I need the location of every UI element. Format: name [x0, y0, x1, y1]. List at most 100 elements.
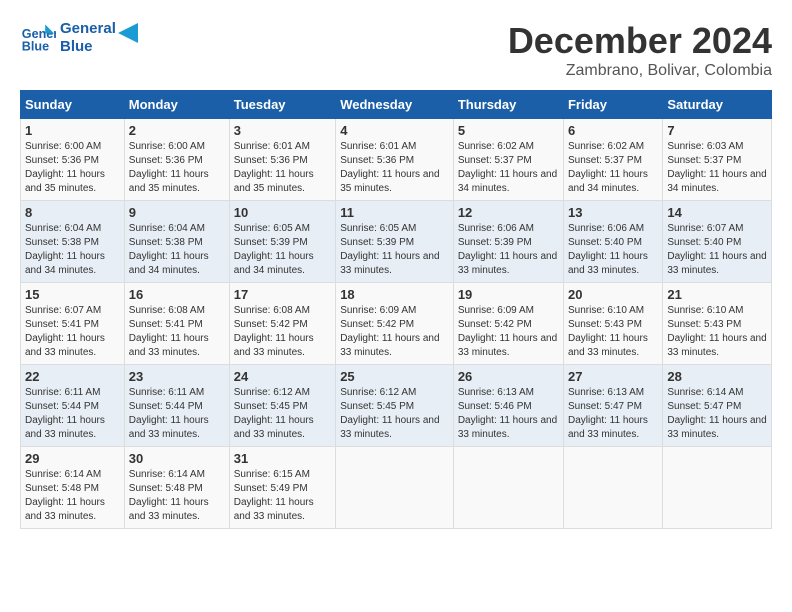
day-info: Sunrise: 6:03 AM Sunset: 5:37 PM Dayligh…	[667, 140, 767, 196]
calendar-cell: 18Sunrise: 6:09 AM Sunset: 5:42 PM Dayli…	[336, 283, 454, 365]
calendar-cell: 1 Sunrise: 6:00 AM Sunset: 5:36 PM Daylig…	[21, 119, 125, 201]
day-info: Sunrise: 6:04 AM Sunset: 5:38 PM Dayligh…	[129, 222, 225, 278]
day-info: Sunrise: 6:04 AM Sunset: 5:38 PM Dayligh…	[25, 222, 120, 278]
calendar-cell: 12Sunrise: 6:06 AM Sunset: 5:39 PM Dayli…	[453, 201, 563, 283]
day-number: 18	[340, 287, 449, 302]
calendar-cell: 22Sunrise: 6:11 AM Sunset: 5:44 PM Dayli…	[21, 365, 125, 447]
day-info: Sunrise: 6:08 AM Sunset: 5:41 PM Dayligh…	[129, 304, 225, 360]
calendar-week-3: 15Sunrise: 6:07 AM Sunset: 5:41 PM Dayli…	[21, 283, 772, 365]
day-info: Sunrise: 6:10 AM Sunset: 5:43 PM Dayligh…	[667, 304, 767, 360]
day-info: Sunrise: 6:06 AM Sunset: 5:39 PM Dayligh…	[458, 222, 559, 278]
day-info: Sunrise: 6:12 AM Sunset: 5:45 PM Dayligh…	[234, 386, 331, 442]
calendar-cell: 2 Sunrise: 6:00 AM Sunset: 5:36 PM Daylig…	[124, 119, 229, 201]
logo-blue: Blue	[60, 38, 116, 56]
calendar-cell	[453, 447, 563, 529]
day-number: 11	[340, 205, 449, 220]
day-info: Sunrise: 6:02 AM Sunset: 5:37 PM Dayligh…	[458, 140, 559, 196]
calendar-cell: 30 Sunrise: 6:14 AM Sunset: 5:48 PM Dayli…	[124, 447, 229, 529]
day-number: 30	[129, 451, 225, 466]
logo-arrow-icon	[118, 23, 138, 43]
day-info: Sunrise: 6:08 AM Sunset: 5:42 PM Dayligh…	[234, 304, 331, 360]
weekday-header-thursday: Thursday	[453, 91, 563, 119]
day-number: 15	[25, 287, 120, 302]
day-number: 19	[458, 287, 559, 302]
calendar-cell: 31Sunrise: 6:15 AM Sunset: 5:49 PM Dayli…	[229, 447, 335, 529]
day-info: Sunrise: 6:00 AM Sunset: 5:36 PM Dayligh…	[129, 140, 225, 196]
calendar-cell: 8Sunrise: 6:04 AM Sunset: 5:38 PM Daylig…	[21, 201, 125, 283]
day-number: 14	[667, 205, 767, 220]
calendar-cell	[563, 447, 662, 529]
day-number: 21	[667, 287, 767, 302]
calendar-cell: 23Sunrise: 6:11 AM Sunset: 5:44 PM Dayli…	[124, 365, 229, 447]
calendar-cell	[663, 447, 772, 529]
day-info: Sunrise: 6:14 AM Sunset: 5:48 PM Dayligh…	[129, 468, 225, 524]
day-number: 27	[568, 369, 658, 384]
header: General Blue General Blue December 2024 …	[20, 20, 772, 80]
calendar-cell: 9Sunrise: 6:04 AM Sunset: 5:38 PM Daylig…	[124, 201, 229, 283]
weekday-header-monday: Monday	[124, 91, 229, 119]
day-info: Sunrise: 6:07 AM Sunset: 5:40 PM Dayligh…	[667, 222, 767, 278]
day-number: 24	[234, 369, 331, 384]
calendar-cell: 24 Sunrise: 6:12 AM Sunset: 5:45 PM Dayli…	[229, 365, 335, 447]
day-number: 4	[340, 123, 449, 138]
day-info: Sunrise: 6:13 AM Sunset: 5:46 PM Dayligh…	[458, 386, 559, 442]
day-info: Sunrise: 6:13 AM Sunset: 5:47 PM Dayligh…	[568, 386, 658, 442]
day-number: 31	[234, 451, 331, 466]
day-number: 13	[568, 205, 658, 220]
day-info: Sunrise: 6:05 AM Sunset: 5:39 PM Dayligh…	[234, 222, 331, 278]
calendar-week-1: 1 Sunrise: 6:00 AM Sunset: 5:36 PM Daylig…	[21, 119, 772, 201]
calendar-cell: 25 Sunrise: 6:12 AM Sunset: 5:45 PM Dayli…	[336, 365, 454, 447]
day-info: Sunrise: 6:01 AM Sunset: 5:36 PM Dayligh…	[340, 140, 449, 196]
calendar-cell	[336, 447, 454, 529]
calendar-cell: 28 Sunrise: 6:14 AM Sunset: 5:47 PM Dayli…	[663, 365, 772, 447]
calendar-cell: 29 Sunrise: 6:14 AM Sunset: 5:48 PM Dayli…	[21, 447, 125, 529]
month-title: December 2024	[508, 20, 772, 62]
calendar-cell: 3 Sunrise: 6:01 AM Sunset: 5:36 PM Daylig…	[229, 119, 335, 201]
calendar-cell: 20 Sunrise: 6:10 AM Sunset: 5:43 PM Dayli…	[563, 283, 662, 365]
svg-text:Blue: Blue	[22, 40, 49, 54]
calendar-cell: 17 Sunrise: 6:08 AM Sunset: 5:42 PM Dayli…	[229, 283, 335, 365]
calendar-cell: 21 Sunrise: 6:10 AM Sunset: 5:43 PM Dayli…	[663, 283, 772, 365]
day-info: Sunrise: 6:10 AM Sunset: 5:43 PM Dayligh…	[568, 304, 658, 360]
day-info: Sunrise: 6:14 AM Sunset: 5:48 PM Dayligh…	[25, 468, 120, 524]
day-number: 3	[234, 123, 331, 138]
calendar-cell: 4 Sunrise: 6:01 AM Sunset: 5:36 PM Daylig…	[336, 119, 454, 201]
day-number: 26	[458, 369, 559, 384]
calendar-cell: 19Sunrise: 6:09 AM Sunset: 5:42 PM Dayli…	[453, 283, 563, 365]
title-area: December 2024 Zambrano, Bolivar, Colombi…	[508, 20, 772, 80]
day-info: Sunrise: 6:05 AM Sunset: 5:39 PM Dayligh…	[340, 222, 449, 278]
calendar-cell: 26 Sunrise: 6:13 AM Sunset: 5:46 PM Dayli…	[453, 365, 563, 447]
day-number: 20	[568, 287, 658, 302]
day-number: 29	[25, 451, 120, 466]
location-title: Zambrano, Bolivar, Colombia	[508, 62, 772, 80]
calendar-cell: 27 Sunrise: 6:13 AM Sunset: 5:47 PM Dayli…	[563, 365, 662, 447]
day-number: 23	[129, 369, 225, 384]
day-number: 10	[234, 205, 331, 220]
logo: General Blue General Blue	[20, 20, 138, 56]
calendar-header: SundayMondayTuesdayWednesdayThursdayFrid…	[21, 91, 772, 119]
day-number: 16	[129, 287, 225, 302]
calendar-week-5: 29 Sunrise: 6:14 AM Sunset: 5:48 PM Dayli…	[21, 447, 772, 529]
calendar-week-2: 8Sunrise: 6:04 AM Sunset: 5:38 PM Daylig…	[21, 201, 772, 283]
day-number: 28	[667, 369, 767, 384]
day-info: Sunrise: 6:01 AM Sunset: 5:36 PM Dayligh…	[234, 140, 331, 196]
day-number: 22	[25, 369, 120, 384]
day-number: 25	[340, 369, 449, 384]
day-info: Sunrise: 6:14 AM Sunset: 5:47 PM Dayligh…	[667, 386, 767, 442]
weekday-header-row: SundayMondayTuesdayWednesdayThursdayFrid…	[21, 91, 772, 119]
calendar-cell: 10 Sunrise: 6:05 AM Sunset: 5:39 PM Dayli…	[229, 201, 335, 283]
day-number: 7	[667, 123, 767, 138]
day-info: Sunrise: 6:02 AM Sunset: 5:37 PM Dayligh…	[568, 140, 658, 196]
day-number: 2	[129, 123, 225, 138]
day-number: 17	[234, 287, 331, 302]
day-info: Sunrise: 6:12 AM Sunset: 5:45 PM Dayligh…	[340, 386, 449, 442]
weekday-header-tuesday: Tuesday	[229, 91, 335, 119]
day-number: 6	[568, 123, 658, 138]
weekday-header-wednesday: Wednesday	[336, 91, 454, 119]
calendar-cell: 13Sunrise: 6:06 AM Sunset: 5:40 PM Dayli…	[563, 201, 662, 283]
day-info: Sunrise: 6:00 AM Sunset: 5:36 PM Dayligh…	[25, 140, 120, 196]
logo-icon: General Blue	[20, 20, 56, 56]
calendar-cell: 7 Sunrise: 6:03 AM Sunset: 5:37 PM Daylig…	[663, 119, 772, 201]
day-number: 1	[25, 123, 120, 138]
calendar-body: 1 Sunrise: 6:00 AM Sunset: 5:36 PM Daylig…	[21, 119, 772, 529]
